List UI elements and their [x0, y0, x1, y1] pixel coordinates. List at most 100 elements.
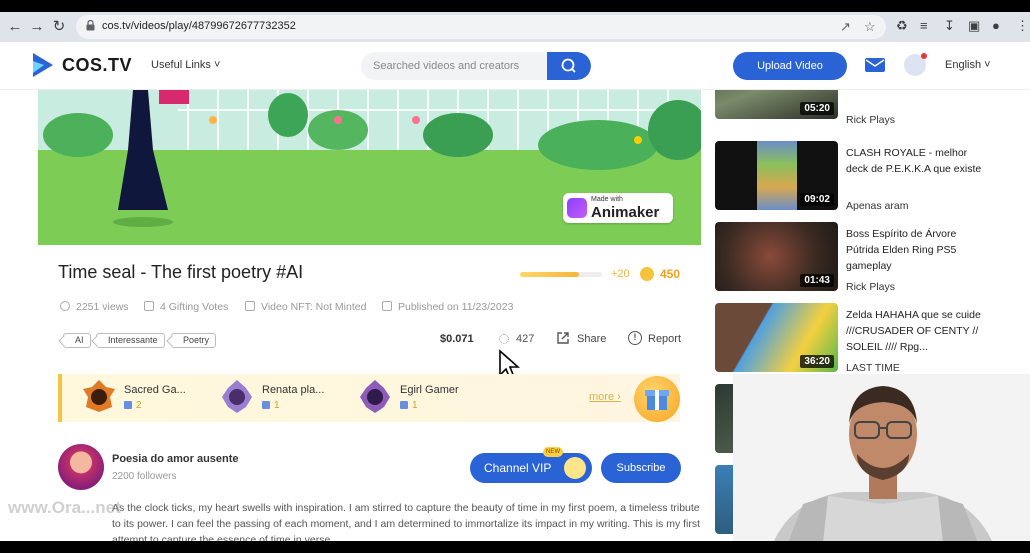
search-input[interactable]: Searched videos and creators	[373, 60, 519, 72]
reload-icon[interactable]: ↻	[50, 18, 68, 36]
lock-icon	[86, 20, 95, 31]
game-screen-graphic	[757, 141, 797, 210]
gifter-name[interactable]: Sacred Ga...	[124, 384, 186, 396]
video-player[interactable]: Made with Animaker	[38, 90, 701, 245]
video-thumbnail[interactable]: 09:02	[715, 141, 838, 210]
language-selector[interactable]: English ˅	[945, 59, 991, 71]
channel-name[interactable]: Poesia do amor ausente	[112, 453, 239, 465]
channel-avatar[interactable]	[58, 444, 104, 490]
published-date: Published on 11/23/2023	[382, 301, 513, 313]
related-video-title[interactable]: CLASH ROYALE - melhor deck de P.E.K.K.A …	[846, 145, 986, 177]
related-video-author[interactable]: Rick Plays	[846, 114, 895, 126]
channel-vip-button[interactable]: Channel VIP NEW	[470, 447, 592, 483]
calendar-icon	[382, 301, 392, 311]
video-thumbnail[interactable]: 36:20	[715, 303, 838, 372]
search-bar[interactable]: Searched videos and creators	[361, 52, 591, 80]
gifter-count: 1	[262, 400, 280, 411]
play-icon	[60, 301, 70, 311]
views-count: 2251 views	[60, 301, 129, 313]
gifter-count-text: 1	[274, 400, 280, 411]
back-icon[interactable]: ←	[6, 18, 24, 36]
mail-icon[interactable]	[864, 56, 886, 74]
gifter-count: 1	[400, 400, 418, 411]
upload-video-button[interactable]: Upload Video	[733, 52, 847, 80]
report-button[interactable]: Report	[648, 333, 681, 345]
share-page-icon[interactable]: ↗	[840, 19, 851, 35]
related-video-author[interactable]: Apenas aram	[846, 200, 908, 212]
share-button[interactable]: Share	[577, 333, 606, 345]
cos-logo-icon[interactable]	[30, 51, 56, 79]
search-button[interactable]	[547, 52, 591, 80]
animaker-brand-text: Animaker	[591, 204, 660, 221]
logo-text[interactable]: COS.TV	[62, 55, 132, 76]
new-badge: NEW	[543, 447, 563, 457]
views-text: 2251 views	[76, 301, 129, 313]
channel-vip-label: Channel VIP	[484, 461, 552, 475]
forward-icon[interactable]: →	[28, 18, 46, 36]
related-video-item[interactable]: 36:20 Zelda HAHAHA que se cuide ///CRUSA…	[715, 303, 1030, 375]
gifter-count: 2	[124, 400, 142, 411]
tag-ai[interactable]: AI	[63, 333, 91, 348]
gifter-name[interactable]: Renata pla...	[262, 384, 324, 396]
extensions-icon[interactable]: ♻	[896, 18, 908, 34]
more-gifters-link[interactable]: more ›	[589, 391, 621, 403]
profile-icon[interactable]: ●	[992, 18, 1000, 33]
coin-count: 450	[660, 267, 681, 281]
video-duration: 05:20	[800, 102, 834, 115]
download-icon[interactable]: ↧	[944, 18, 955, 34]
webcam-overlay	[733, 374, 1030, 543]
animaker-logo-icon	[567, 198, 587, 218]
search-icon	[561, 58, 576, 73]
related-video-item[interactable]: 09:02 CLASH ROYALE - melhor deck de P.E.…	[715, 141, 1030, 213]
related-video-item[interactable]: 01:43 Boss Espírito de Árvore Pútrida El…	[715, 222, 1030, 294]
published-text: Published on 11/23/2023	[398, 301, 514, 313]
menu-icon[interactable]: ⋮	[1016, 18, 1029, 34]
video-thumbnail[interactable]: 01:43	[715, 222, 838, 291]
share-icon[interactable]	[556, 331, 570, 345]
gifter-count-text: 2	[136, 400, 142, 411]
tag-poetry[interactable]: Poetry	[171, 333, 217, 348]
user-avatar[interactable]	[904, 53, 927, 76]
playlist-icon[interactable]: ≡	[920, 18, 928, 33]
address-bar[interactable]: cos.tv/videos/play/48799672677732352 ↗ ☆	[76, 15, 886, 39]
nft-status-text: Video NFT: Not Minted	[261, 301, 367, 313]
url-text[interactable]: cos.tv/videos/play/48799672677732352	[102, 20, 296, 32]
video-duration: 09:02	[800, 193, 834, 206]
notification-dot	[921, 53, 927, 59]
gifter-badge-icon	[222, 380, 252, 413]
related-video-author[interactable]: LAST TIME	[846, 362, 900, 374]
related-video-author[interactable]: Rick Plays	[846, 281, 895, 293]
video-description: As the clock ticks, my heart swells with…	[112, 502, 701, 541]
related-video-title[interactable]: Zelda HAHAHA que se cuide ///CRUSADER OF…	[846, 307, 986, 355]
video-thumbnail[interactable]: 05:20	[715, 90, 838, 119]
gifting-votes: 4 Gifting Votes	[144, 301, 228, 313]
useful-links-menu[interactable]: Useful Links ˅	[151, 59, 220, 71]
gifter-name[interactable]: Egirl Gamer	[400, 384, 459, 396]
like-count[interactable]: 427	[516, 333, 534, 345]
gift-icon	[262, 401, 270, 409]
video-duration: 36:20	[800, 355, 834, 368]
like-icon[interactable]	[499, 334, 509, 344]
top-gifters-bar: Sacred Ga... 2 Renata pla... 1 Egirl Gam…	[58, 374, 680, 422]
video-earnings: $0.071	[440, 333, 474, 345]
gift-box-icon[interactable]	[634, 376, 680, 422]
nft-status: Video NFT: Not Minted	[245, 301, 366, 313]
reward-progress-fill	[520, 272, 580, 277]
video-title: Time seal - The first poetry #AI	[58, 262, 304, 282]
side-panel-icon[interactable]: ▣	[968, 18, 980, 34]
vip-mascot-icon	[564, 457, 586, 479]
overlay-watermark: www.Ora...net	[8, 498, 121, 517]
reward-plus: +20	[611, 268, 630, 280]
main-content: Made with Animaker Time seal - The first…	[0, 90, 712, 541]
related-video-item[interactable]: 05:20 Rick Plays	[715, 90, 1030, 126]
video-duration: 01:43	[800, 274, 834, 287]
bookmark-star-icon[interactable]: ☆	[864, 19, 876, 35]
related-video-title[interactable]: Boss Espírito de Árvore Pútrida Elden Ri…	[846, 226, 986, 274]
gift-icon	[400, 401, 408, 409]
tag-interessante[interactable]: Interessante	[96, 333, 165, 348]
subscribe-button[interactable]: Subscribe	[601, 453, 681, 483]
report-icon[interactable]: !	[628, 331, 642, 345]
screen-bottom-border	[0, 541, 1030, 553]
browser-toolbar: ← → ↻ cos.tv/videos/play/487996726777323…	[0, 12, 1030, 42]
presenter-figure	[733, 374, 1030, 543]
